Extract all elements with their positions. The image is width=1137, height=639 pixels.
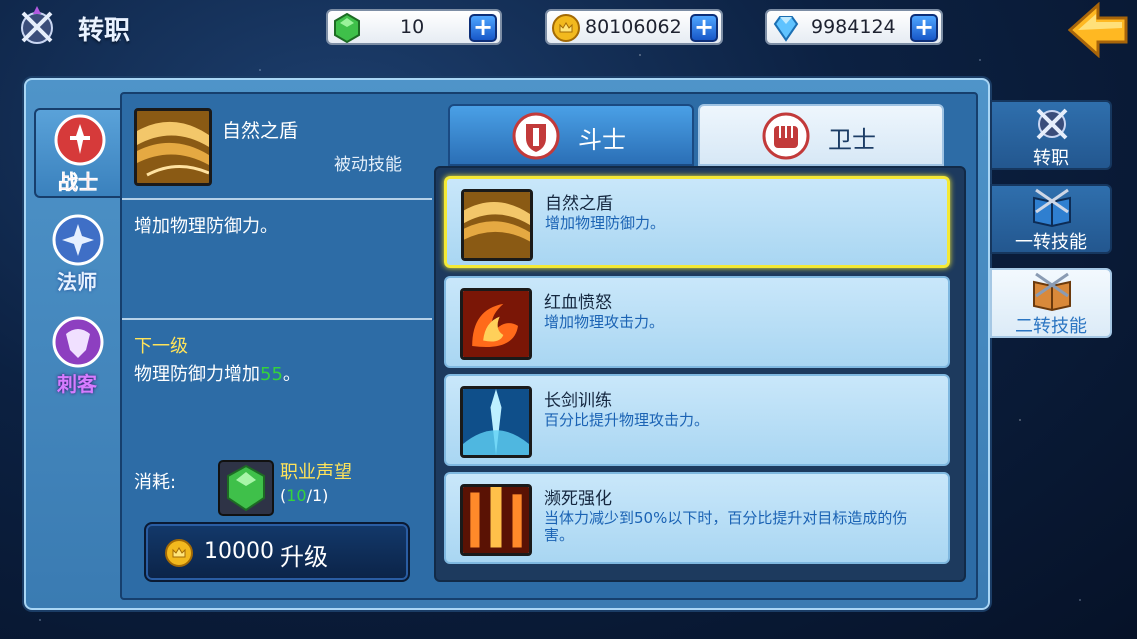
- skill-book-open-icon: [1033, 272, 1071, 312]
- skill-item-near-death-boost[interactable]: 濒死强化 当体力减少到50%以下时，百分比提升对目标造成的伤害。: [444, 472, 950, 564]
- tab-second-skills-label: 二转技能: [1015, 316, 1087, 337]
- add-gem-button[interactable]: +: [469, 14, 497, 42]
- skill-item-sword-training[interactable]: 长剑训练 百分比提升物理攻击力。: [444, 374, 950, 466]
- upgrade-label: 升级: [280, 543, 328, 571]
- class-label-warrior: 战士: [58, 170, 99, 195]
- tab-guardian-label: 卫士: [828, 126, 876, 154]
- warrior-emblem-icon: [54, 114, 106, 166]
- sword-training-icon: [460, 386, 532, 458]
- upgrade-cost: 10000: [204, 539, 274, 564]
- gold-coin-icon: [552, 14, 580, 42]
- green-gem-icon: [334, 13, 360, 43]
- tab-first-skills[interactable]: 一转技能: [990, 184, 1112, 254]
- tab-first-skills-label: 一转技能: [1015, 232, 1087, 253]
- gem-counter: 10 +: [326, 9, 502, 45]
- tab-second-skills[interactable]: 二转技能: [990, 268, 1112, 338]
- top-bar: 转职 10 + 80106062 + 9984124 +: [0, 0, 1137, 60]
- crossed-swords-icon: [1036, 108, 1068, 140]
- nature-shield-icon: [134, 108, 212, 186]
- skill-item-desc: 当体力减少到50%以下时，百分比提升对目标造成的伤害。: [544, 509, 908, 544]
- skill-item-nature-shield[interactable]: 自然之盾 增加物理防御力。: [444, 176, 950, 268]
- gold-coin-icon: [165, 539, 193, 567]
- class-tab-assassin[interactable]: 刺客: [34, 312, 120, 402]
- cost-have: 10: [286, 486, 307, 505]
- near-death-boost-icon: [460, 484, 532, 556]
- class-content-area: 自然之盾 被动技能 增加物理防御力。 下一级 物理防御力增加55。 消耗: 职业…: [120, 92, 978, 600]
- skill-item-name: 濒死强化: [544, 489, 612, 509]
- skill-description: 增加物理防御力。: [134, 216, 278, 237]
- green-gem-icon: [227, 464, 265, 512]
- class-tab-warrior[interactable]: 战士: [34, 108, 120, 198]
- tab-class-change[interactable]: 转职: [990, 100, 1112, 170]
- assassin-emblem-icon: [52, 316, 104, 368]
- next-level-value: 55: [260, 364, 283, 385]
- skill-item-desc: 增加物理防御力。: [545, 214, 666, 232]
- next-level-title: 下一级: [134, 336, 188, 357]
- tab-fighter[interactable]: 斗士: [448, 104, 694, 166]
- fighter-shield-icon: [512, 112, 560, 160]
- divider: [122, 318, 432, 320]
- next-level-suffix: 。: [282, 364, 301, 385]
- blue-diamond-icon: [773, 16, 799, 42]
- cost-item-slot: [218, 460, 274, 516]
- gem-count: 10: [400, 16, 425, 38]
- gold-count: 80106062: [585, 16, 682, 38]
- skill-book-icon: [1033, 188, 1071, 228]
- tab-fighter-label: 斗士: [578, 126, 626, 154]
- cost-need: /1): [306, 486, 329, 505]
- class-tab-mage[interactable]: 法师: [34, 210, 120, 300]
- back-arrow-icon[interactable]: [1068, 2, 1130, 58]
- skill-list: 自然之盾 增加物理防御力。 红血愤怒 增加物理攻击力。 长剑训练 百分比提升物理…: [434, 166, 966, 582]
- diamond-counter: 9984124 +: [765, 9, 943, 45]
- skill-name: 自然之盾: [222, 120, 299, 142]
- skill-item-name: 长剑训练: [544, 391, 612, 411]
- add-diamond-button[interactable]: +: [910, 14, 938, 42]
- skill-detail-panel: 自然之盾 被动技能 增加物理防御力。 下一级 物理防御力增加55。 消耗: 职业…: [122, 94, 432, 598]
- cost-label: 消耗:: [134, 472, 177, 493]
- nature-shield-icon: [461, 189, 533, 261]
- skill-item-name: 红血愤怒: [544, 293, 612, 313]
- crossed-swords-icon: [21, 6, 53, 44]
- class-label-mage: 法师: [57, 270, 97, 294]
- cost-item-name: 职业声望: [280, 462, 352, 483]
- guardian-fist-icon: [762, 112, 810, 160]
- skill-item-desc: 增加物理攻击力。: [544, 313, 665, 331]
- cost-item-count: (10/1): [280, 486, 328, 505]
- skill-type: 被动技能: [334, 155, 402, 175]
- gold-counter: 80106062 +: [545, 9, 723, 45]
- skill-item-name: 自然之盾: [545, 194, 613, 214]
- skill-item-blood-rage[interactable]: 红血愤怒 增加物理攻击力。: [444, 276, 950, 368]
- tab-class-change-label: 转职: [1033, 148, 1069, 169]
- class-label-assassin: 刺客: [57, 372, 97, 396]
- blood-rage-icon: [460, 288, 532, 360]
- page-title: 转职: [78, 16, 131, 46]
- skill-item-desc: 百分比提升物理攻击力。: [544, 411, 710, 429]
- add-gold-button[interactable]: +: [690, 14, 718, 42]
- mage-emblem-icon: [52, 214, 104, 266]
- class-change-panel: 战士 法师 刺客 自然之盾 被动技能 增加物理防御力。 下一级 物理防御力增加5…: [24, 78, 990, 610]
- diamond-count: 9984124: [811, 16, 896, 38]
- tab-guardian[interactable]: 卫士: [698, 104, 944, 166]
- divider: [122, 198, 432, 200]
- next-level-effect: 物理防御力增加55。: [134, 360, 301, 386]
- next-level-text: 物理防御力增加: [134, 364, 260, 385]
- upgrade-button[interactable]: 10000 升级: [144, 522, 410, 582]
